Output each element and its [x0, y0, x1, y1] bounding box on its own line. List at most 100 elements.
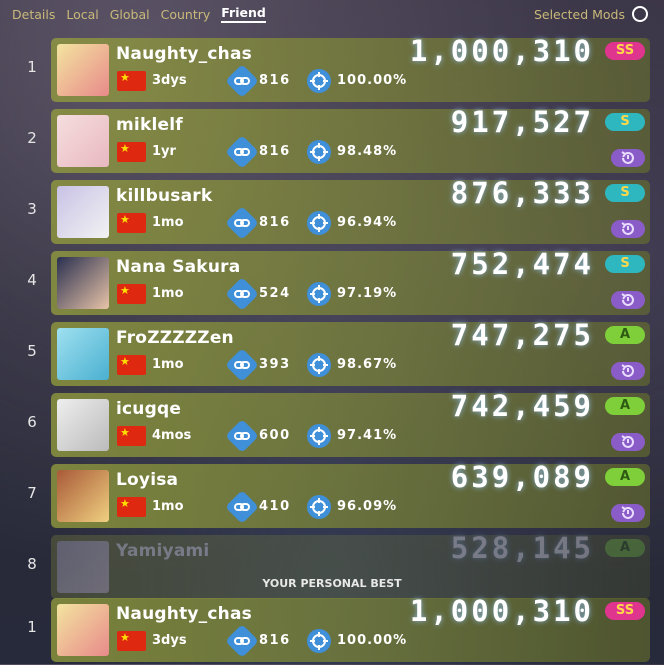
score-age: 1yr	[152, 144, 176, 159]
replay-mod-icon	[611, 433, 645, 451]
score-age: 1mo	[152, 286, 184, 301]
player-name[interactable]: miklelf	[116, 115, 183, 135]
china-flag-icon: ★	[117, 213, 146, 233]
accuracy: 100.00%	[337, 73, 408, 88]
grade-badge: S	[605, 184, 645, 202]
leaderboard-row[interactable]: FroZZZZZen ★ 1mo 393 98.67% 747,275 A	[51, 318, 650, 386]
accuracy: 96.94%	[337, 215, 398, 230]
total-score: 639,089	[450, 460, 594, 494]
personal-best-heading: YOUR PERSONAL BEST	[262, 577, 402, 590]
grade-badge: SS	[605, 602, 645, 620]
accuracy: 98.48%	[337, 144, 398, 159]
leaderboard-row[interactable]: Naughty_chas ★ 3dys 816 100.00% 1,000,310 SS	[51, 34, 650, 102]
replay-mod-icon	[611, 149, 645, 167]
max-combo: 816	[259, 144, 291, 159]
total-score: 876,333	[450, 176, 594, 210]
player-avatar	[57, 115, 109, 167]
total-score: 917,527	[450, 105, 594, 139]
tab-country[interactable]: Country	[161, 7, 211, 22]
china-flag-icon: ★	[117, 284, 146, 304]
china-flag-icon: ★	[117, 142, 146, 162]
player-name[interactable]: Loyisa	[116, 470, 178, 490]
link-icon	[225, 206, 259, 240]
grade-badge: A	[605, 326, 645, 344]
china-flag-icon: ★	[117, 631, 146, 651]
replay-mod-icon	[611, 504, 645, 522]
leaderboard-row[interactable]: miklelf ★ 1yr 816 98.48% 917,527 S	[51, 105, 650, 173]
link-icon	[225, 624, 259, 658]
leaderboard-row[interactable]: Nana Sakura ★ 1mo 524 97.19% 752,474 S	[51, 247, 650, 315]
player-avatar	[57, 44, 109, 96]
score-age: 4mos	[152, 428, 192, 443]
player-avatar	[57, 399, 109, 451]
tab-friend[interactable]: Friend	[221, 5, 266, 23]
tab-details[interactable]: Details	[12, 7, 55, 22]
player-name[interactable]: killbusark	[116, 186, 212, 206]
grade-badge: A	[605, 539, 645, 557]
tab-global[interactable]: Global	[110, 7, 150, 22]
max-combo: 816	[259, 633, 291, 648]
crosshair-icon	[307, 282, 331, 306]
max-combo: 816	[259, 73, 291, 88]
toggle-circle-icon	[632, 6, 648, 22]
player-name[interactable]: Naughty_chas	[116, 44, 252, 64]
score-age: 3dys	[152, 73, 187, 88]
total-score: 1,000,310	[409, 34, 594, 68]
player-avatar	[57, 604, 109, 656]
grade-badge: A	[605, 468, 645, 486]
grade-badge: SS	[605, 42, 645, 60]
max-combo: 816	[259, 215, 291, 230]
crosshair-icon	[307, 140, 331, 164]
crosshair-icon	[307, 353, 331, 377]
link-icon	[225, 348, 259, 382]
china-flag-icon: ★	[117, 497, 146, 517]
player-name[interactable]: Yamiyami	[116, 541, 209, 561]
player-name[interactable]: icugqe	[116, 399, 181, 419]
accuracy: 97.19%	[337, 286, 398, 301]
selected-mods-toggle[interactable]: Selected Mods	[534, 6, 648, 22]
score-age: 1mo	[152, 215, 184, 230]
grade-badge: S	[605, 113, 645, 131]
crosshair-icon	[307, 629, 331, 653]
china-flag-icon: ★	[117, 355, 146, 375]
max-combo: 393	[259, 357, 291, 372]
player-avatar	[57, 328, 109, 380]
accuracy: 97.41%	[337, 428, 398, 443]
link-icon	[225, 277, 259, 311]
leaderboard-row[interactable]: killbusark ★ 1mo 816 96.94% 876,333 S	[51, 176, 650, 244]
replay-mod-icon	[611, 220, 645, 238]
crosshair-icon	[307, 495, 331, 519]
grade-badge: S	[605, 255, 645, 273]
leaderboard-row[interactable]: Naughty_chas ★ 3dys 816 100.00% 1,000,310 SS	[51, 594, 650, 662]
crosshair-icon	[307, 69, 331, 93]
player-avatar	[57, 470, 109, 522]
grade-badge: A	[605, 397, 645, 415]
player-name[interactable]: Naughty_chas	[116, 604, 252, 624]
leaderboard-row[interactable]: icugqe ★ 4mos 600 97.41% 742,459 A	[51, 389, 650, 457]
accuracy: 98.67%	[337, 357, 398, 372]
score-age: 3dys	[152, 633, 187, 648]
link-icon	[225, 135, 259, 169]
china-flag-icon: ★	[117, 71, 146, 91]
replay-mod-icon	[611, 291, 645, 309]
total-score: 752,474	[450, 247, 594, 281]
accuracy: 96.09%	[337, 499, 398, 514]
score-age: 1mo	[152, 357, 184, 372]
selected-mods-label: Selected Mods	[533, 6, 625, 22]
leaderboard-row[interactable]: Loyisa ★ 1mo 410 96.09% 639,089 A	[51, 460, 650, 528]
china-flag-icon: ★	[117, 426, 146, 446]
link-icon	[225, 64, 259, 98]
max-combo: 524	[259, 286, 291, 301]
score-age: 1mo	[152, 499, 184, 514]
tab-local[interactable]: Local	[66, 7, 98, 22]
max-combo: 600	[259, 428, 291, 443]
player-name[interactable]: Nana Sakura	[116, 257, 240, 277]
max-combo: 410	[259, 499, 291, 514]
player-name[interactable]: FroZZZZZen	[116, 328, 234, 348]
crosshair-icon	[307, 424, 331, 448]
player-avatar	[57, 257, 109, 309]
accuracy: 100.00%	[337, 633, 408, 648]
link-icon	[225, 419, 259, 453]
crosshair-icon	[307, 211, 331, 235]
total-score: 1,000,310	[409, 594, 594, 628]
